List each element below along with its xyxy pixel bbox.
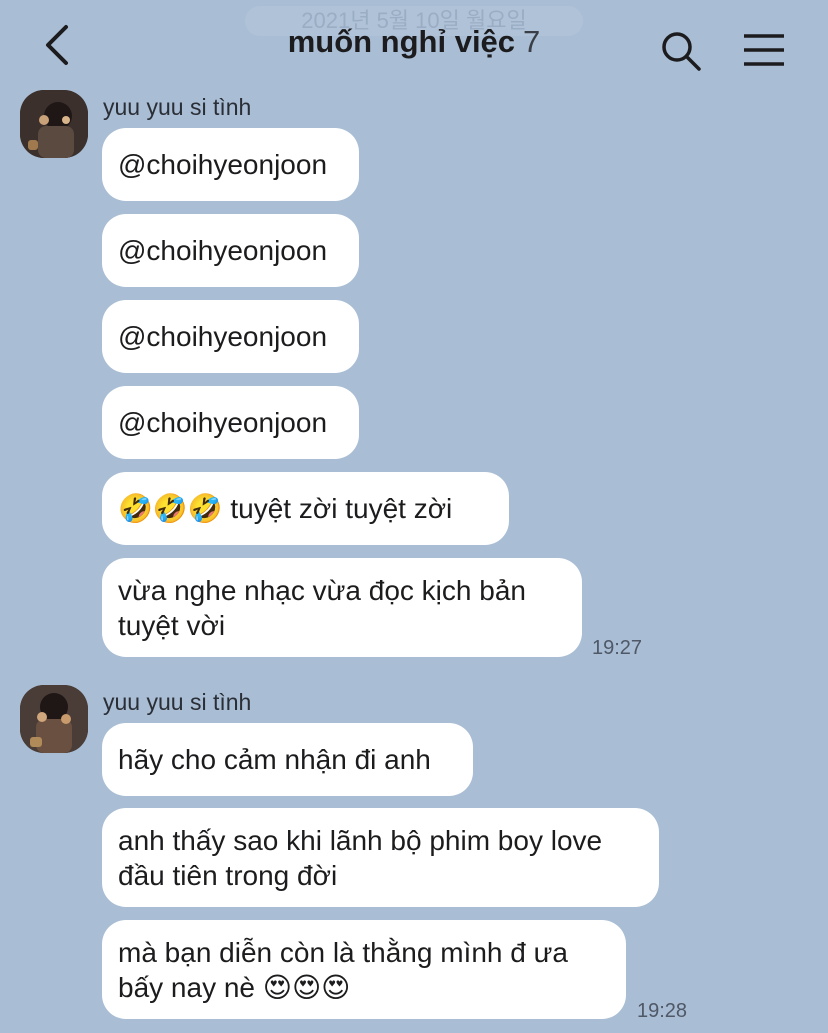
chat-name: muốn nghỉ việc: [287, 24, 516, 59]
avatar[interactable]: [20, 90, 88, 158]
member-count: 7: [523, 24, 541, 59]
message-bubble[interactable]: vừa nghe nhạc vừa đọc kịch bản tuyệt vời: [102, 558, 582, 657]
message-time: 19:27: [592, 637, 643, 659]
message-bubble[interactable]: anh thấy sao khi lãnh bộ phim boy love đ…: [102, 808, 659, 907]
message-bubble[interactable]: @choihyeonjoon: [102, 300, 359, 373]
menu-icon[interactable]: [742, 32, 786, 68]
search-icon[interactable]: [660, 30, 702, 72]
message-bubble[interactable]: 🤣🤣🤣 tuyệt zời tuyệt zời: [102, 472, 509, 545]
message-bubble[interactable]: @choihyeonjoon: [102, 128, 359, 201]
chat-title: muốn nghỉ việc 7: [0, 24, 828, 60]
message-bubble[interactable]: hãy cho cảm nhận đi anh: [102, 723, 473, 796]
chat-header: 2021년 5월 10일 월요일 muốn nghỉ việc 7: [0, 0, 828, 90]
message-bubble[interactable]: @choihyeonjoon: [102, 386, 359, 459]
avatar[interactable]: [20, 685, 88, 753]
sender-name: yuu yuu si tình: [103, 94, 252, 120]
sender-name: yuu yuu si tình: [103, 689, 252, 715]
message-bubble[interactable]: @choihyeonjoon: [102, 214, 359, 287]
message-bubble[interactable]: mà bạn diễn còn là thằng mình đ ưa bấy n…: [102, 920, 626, 1019]
message-time: 19:28: [637, 1000, 688, 1022]
